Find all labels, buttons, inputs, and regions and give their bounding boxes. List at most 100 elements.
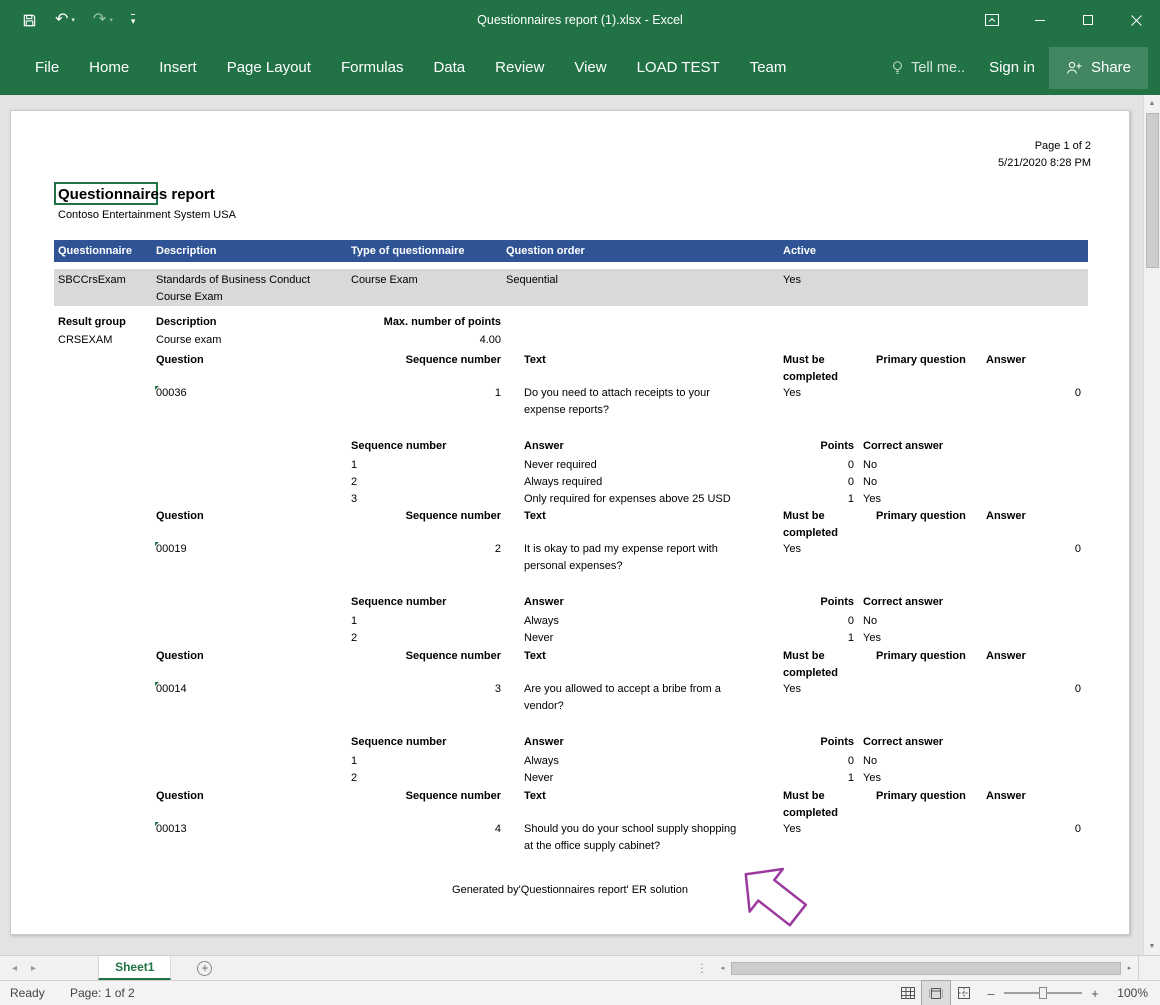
primary-question-label: Primary question bbox=[876, 788, 966, 805]
must-be-completed-label: Must be completed bbox=[783, 648, 847, 682]
question-sequence-number-label: Sequence number bbox=[351, 508, 501, 525]
question-text: Are you allowed to accept a bribe from a… bbox=[524, 681, 744, 715]
ribbon-tab-page-layout[interactable]: Page Layout bbox=[212, 40, 326, 95]
ribbon-tab-insert[interactable]: Insert bbox=[144, 40, 212, 95]
quick-access-toolbar: ↶▾ ↷▾ ▾ bbox=[0, 12, 135, 28]
answer-correct: No bbox=[863, 613, 877, 630]
normal-view-button[interactable] bbox=[894, 981, 922, 1005]
scroll-down-icon[interactable]: ▼ bbox=[1144, 938, 1160, 955]
points-label: Points bbox=[744, 734, 854, 751]
ribbon-tab-data[interactable]: Data bbox=[418, 40, 480, 95]
close-button[interactable] bbox=[1112, 0, 1160, 40]
vertical-scrollbar-thumb[interactable] bbox=[1146, 113, 1159, 268]
answer-correct: No bbox=[863, 457, 877, 474]
ribbon-tab-team[interactable]: Team bbox=[735, 40, 802, 95]
maximize-button[interactable] bbox=[1064, 0, 1112, 40]
question-answer-value: 0 bbox=[1001, 821, 1081, 838]
ribbon-tab-home[interactable]: Home bbox=[74, 40, 144, 95]
header-active: Active bbox=[783, 243, 847, 260]
answer-sequence-number-label: Sequence number bbox=[351, 438, 446, 455]
zoom-out-icon: – bbox=[987, 986, 994, 1001]
tell-me-label: Tell me.. bbox=[911, 60, 965, 76]
zoom-slider-thumb[interactable] bbox=[1039, 987, 1047, 999]
answer-text: Only required for expenses above 25 USD bbox=[524, 491, 744, 508]
redo-button[interactable]: ↷▾ bbox=[93, 12, 113, 28]
header-description: Description bbox=[156, 243, 217, 260]
question-sequence-number-label: Sequence number bbox=[351, 352, 501, 369]
ribbon-tab-load-test[interactable]: LOAD TEST bbox=[622, 40, 735, 95]
scroll-right-icon[interactable]: ▸ bbox=[1121, 960, 1138, 977]
question-sequence-number-label: Sequence number bbox=[351, 788, 501, 805]
zoom-out-button[interactable]: – bbox=[978, 986, 1004, 1001]
question-must-be-completed: Yes bbox=[783, 681, 847, 698]
answer-label: Answer bbox=[524, 594, 744, 611]
save-button[interactable] bbox=[22, 13, 37, 28]
answer-points: 0 bbox=[744, 613, 854, 630]
answer-label: Answer bbox=[524, 438, 744, 455]
ribbon-display-options-button[interactable] bbox=[968, 0, 1016, 40]
lightbulb-icon bbox=[891, 60, 904, 76]
primary-question-label: Primary question bbox=[876, 352, 966, 369]
question-text: Should you do your school supply shoppin… bbox=[524, 821, 744, 855]
share-label: Share bbox=[1091, 59, 1131, 76]
question-id: 00014 bbox=[156, 681, 187, 698]
page-break-view-icon bbox=[957, 987, 971, 999]
sheet-tab-sheet1[interactable]: Sheet1 bbox=[98, 956, 171, 980]
ribbon-tab-file[interactable]: File bbox=[20, 40, 74, 95]
plus-icon: + bbox=[197, 961, 212, 976]
tab-scroll-divider[interactable]: ⋮ bbox=[690, 956, 714, 980]
answer-points: 1 bbox=[744, 630, 854, 647]
question-label: Question bbox=[156, 788, 204, 805]
zoom-in-button[interactable]: + bbox=[1082, 986, 1108, 1001]
normal-view-icon bbox=[901, 987, 915, 999]
question-answer-label: Answer bbox=[986, 788, 1026, 805]
question-text-label: Text bbox=[524, 508, 744, 525]
horizontal-scrollbar[interactable]: ◂ ▸ bbox=[714, 956, 1138, 980]
answer-sequence: 1 bbox=[351, 613, 357, 630]
save-icon bbox=[22, 13, 37, 28]
answer-text: Always bbox=[524, 753, 744, 770]
must-be-completed-label: Must be completed bbox=[783, 508, 847, 542]
ribbon-tab-view[interactable]: View bbox=[559, 40, 621, 95]
sheet-nav-right-icon[interactable]: ▸ bbox=[31, 963, 36, 974]
vertical-scrollbar[interactable]: ▲ ▼ bbox=[1143, 95, 1160, 955]
question-must-be-completed: Yes bbox=[783, 385, 847, 402]
ribbon-tab-formulas[interactable]: Formulas bbox=[326, 40, 419, 95]
primary-question-label: Primary question bbox=[876, 508, 966, 525]
page-layout-view-button[interactable] bbox=[922, 981, 950, 1005]
window-controls bbox=[968, 0, 1160, 40]
sheet-nav-left-icon[interactable]: ◂ bbox=[12, 963, 17, 974]
answer-points: 0 bbox=[744, 474, 854, 491]
must-be-completed-label: Must be completed bbox=[783, 788, 847, 822]
question-sequence: 4 bbox=[351, 821, 501, 838]
answer-text: Always required bbox=[524, 474, 744, 491]
sign-in-button[interactable]: Sign in bbox=[975, 59, 1049, 76]
answer-sequence: 3 bbox=[351, 491, 357, 508]
question-text-label: Text bbox=[524, 648, 744, 665]
max-points-label: Max. number of points bbox=[311, 314, 501, 331]
minimize-button[interactable] bbox=[1016, 0, 1064, 40]
report-timestamp: 5/21/2020 8:28 PM bbox=[998, 155, 1091, 172]
scroll-up-icon[interactable]: ▲ bbox=[1144, 95, 1160, 112]
answer-text: Never bbox=[524, 630, 744, 647]
undo-button[interactable]: ↶▾ bbox=[55, 12, 75, 28]
result-group-description: Course exam bbox=[156, 332, 221, 349]
answer-sequence: 2 bbox=[351, 770, 357, 787]
redo-icon: ↷ bbox=[93, 12, 106, 28]
page-break-view-button[interactable] bbox=[950, 981, 978, 1005]
excel-window: ↶▾ ↷▾ ▾ Questionnaires report (1).xlsx -… bbox=[0, 0, 1160, 1005]
answer-sequence: 1 bbox=[351, 753, 357, 770]
zoom-slider[interactable] bbox=[1004, 992, 1082, 994]
annotation-arrow bbox=[731, 839, 811, 949]
minimize-icon bbox=[1034, 14, 1046, 26]
points-label: Points bbox=[744, 594, 854, 611]
scroll-left-icon[interactable]: ◂ bbox=[714, 960, 731, 977]
customize-quick-access-toolbar-button[interactable]: ▾ bbox=[131, 14, 136, 27]
horizontal-scrollbar-thumb[interactable] bbox=[731, 962, 1121, 975]
ribbon-tab-review[interactable]: Review bbox=[480, 40, 559, 95]
correct-answer-label: Correct answer bbox=[863, 594, 943, 611]
report-title: Questionnaires report bbox=[58, 185, 215, 205]
share-button[interactable]: Share bbox=[1049, 47, 1148, 89]
new-sheet-button[interactable]: + bbox=[197, 956, 212, 980]
tell-me-button[interactable]: Tell me.. bbox=[881, 60, 975, 76]
